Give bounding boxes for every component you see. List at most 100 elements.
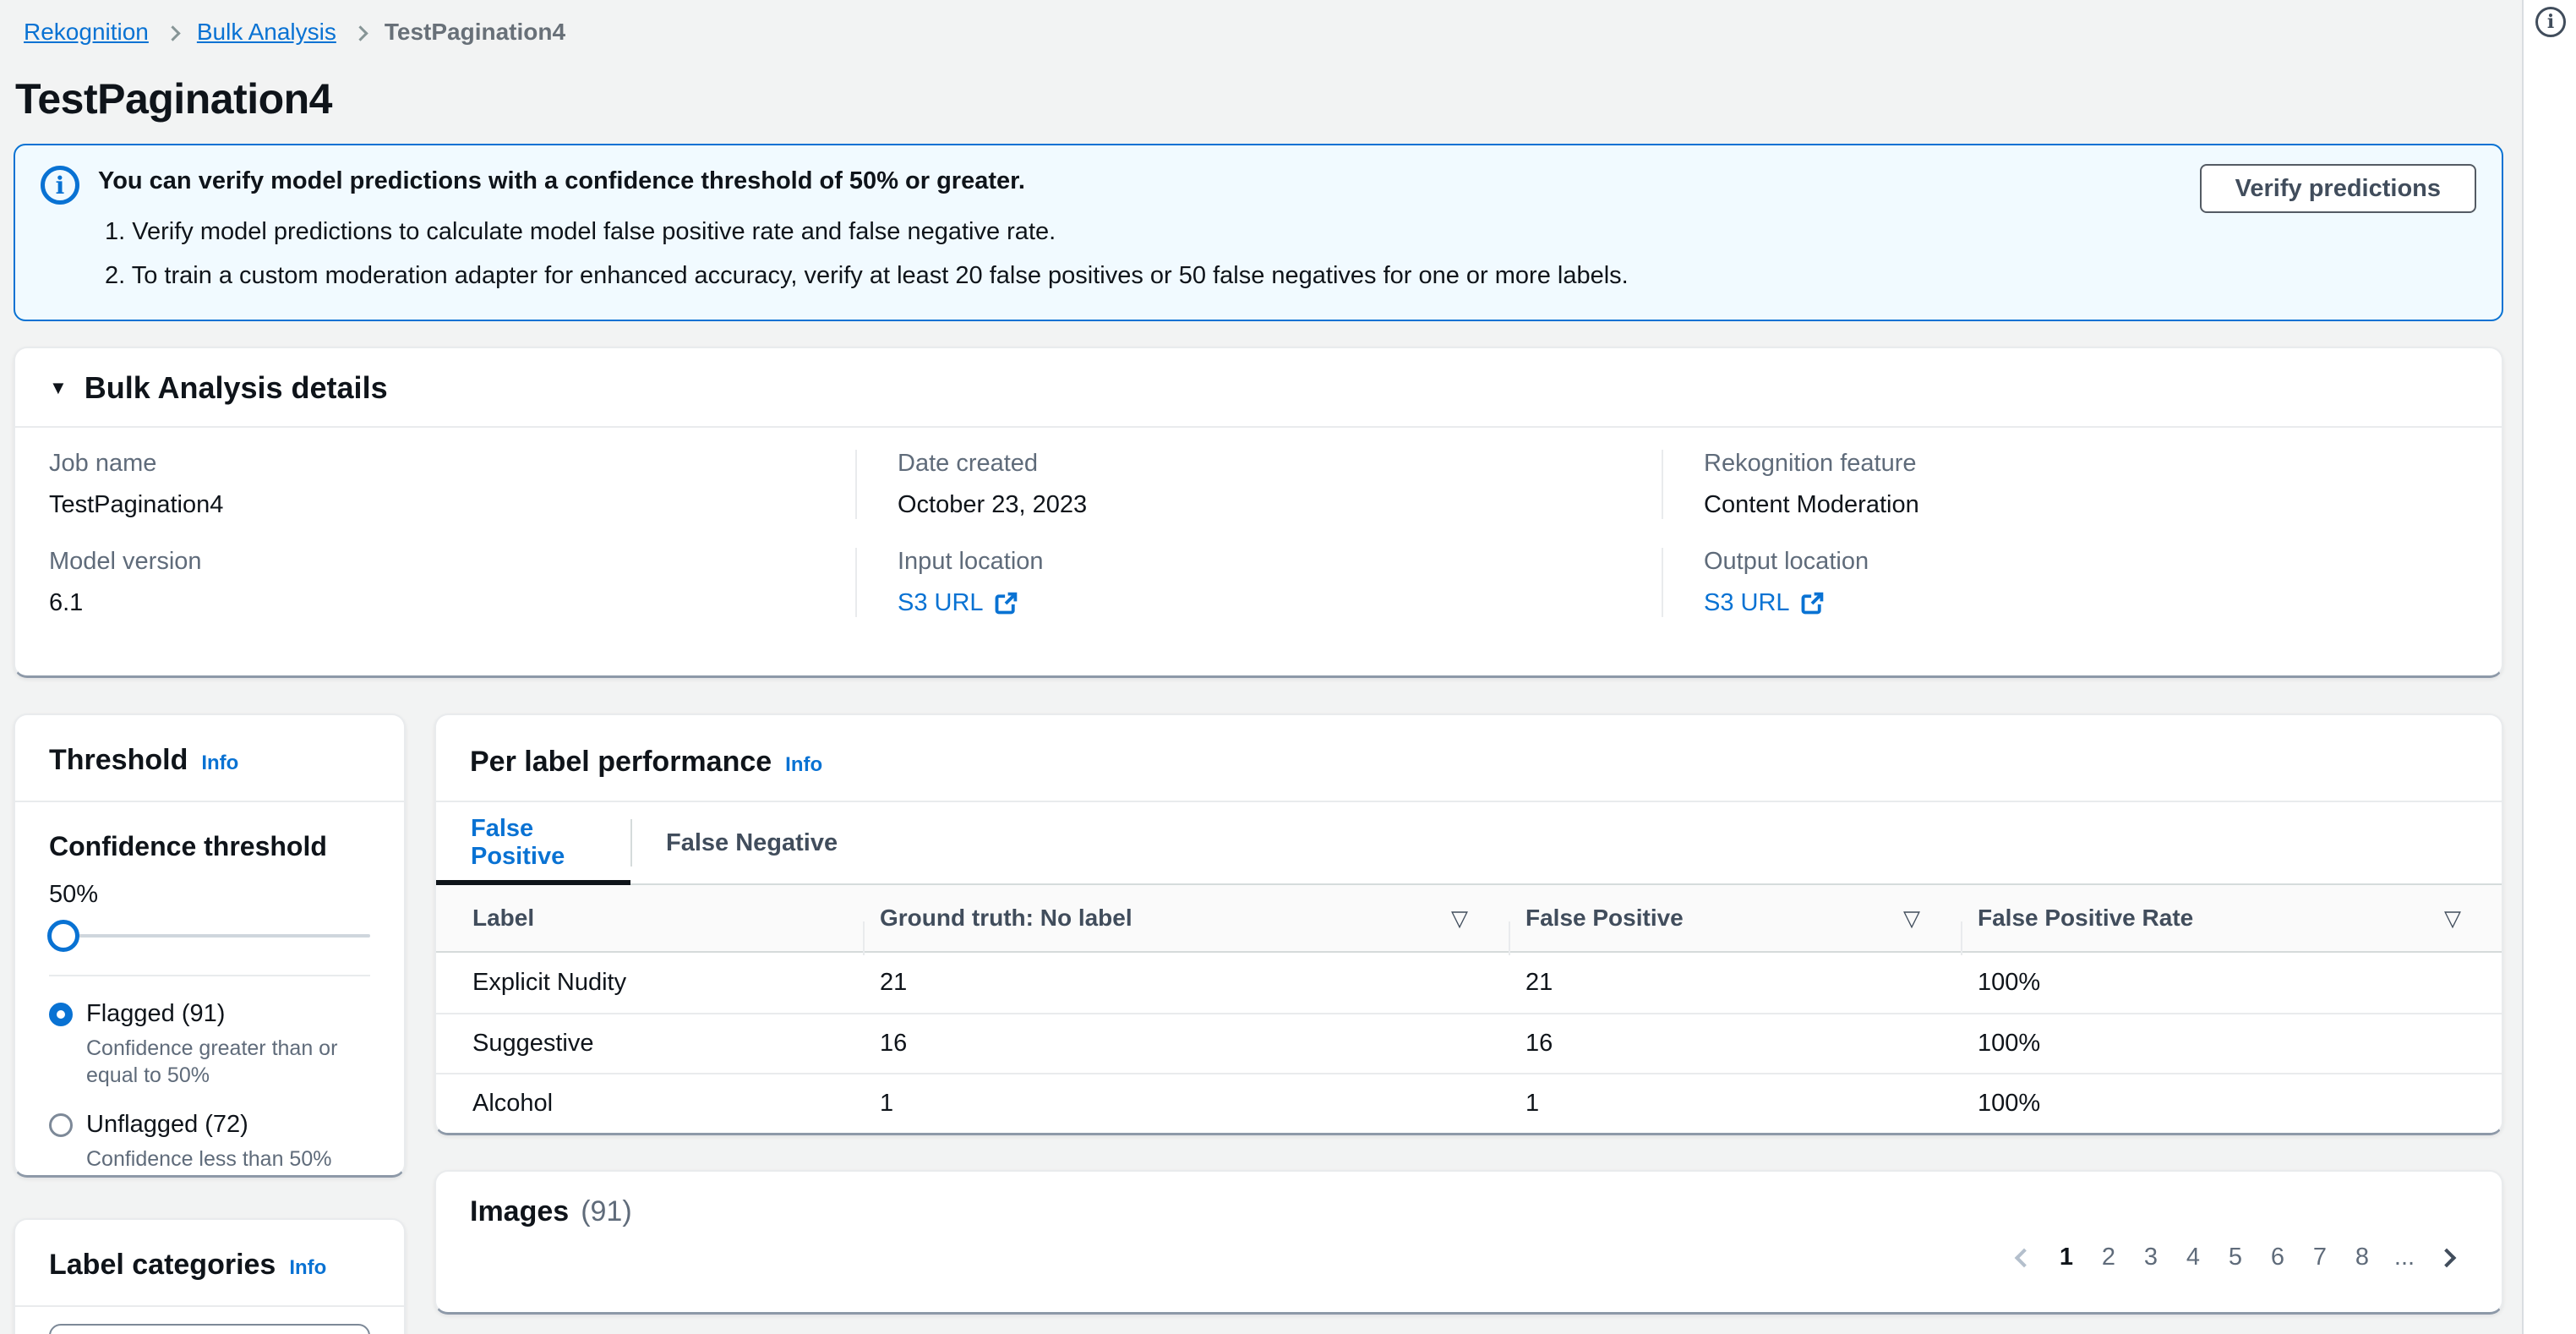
radio-unselected-icon[interactable] xyxy=(49,1113,73,1137)
chevron-right-icon xyxy=(2437,1248,2457,1267)
field-rekognition-feature: Rekognition feature Content Moderation xyxy=(1662,450,2468,519)
threshold-info-link[interactable]: Info xyxy=(201,752,238,775)
pagination-page-4[interactable]: 4 xyxy=(2172,1244,2214,1271)
columns-region: Threshold Info Confidence threshold 50% xyxy=(14,713,2503,1334)
details-expand-header[interactable]: ▼ Bulk Analysis details xyxy=(49,348,2468,426)
banner-item: 1. Verify model predictions to calculate… xyxy=(98,216,2181,248)
verify-predictions-button[interactable]: Verify predictions xyxy=(2200,164,2476,213)
cell-false-positive: 16 xyxy=(1509,1030,1961,1058)
cell-ground-truth: 21 xyxy=(863,969,1509,997)
console-content: Rekognition Bulk Analysis TestPagination… xyxy=(0,0,2522,1334)
cell-false-positive: 1 xyxy=(1509,1090,1961,1118)
per-label-performance-panel: Per label performance Info False Positiv… xyxy=(434,713,2503,1135)
bulk-analysis-details-panel: ▼ Bulk Analysis details Job name TestPag… xyxy=(14,347,2503,678)
details-row: Model version 6.1 Input location S3 URL xyxy=(49,548,2468,617)
breadcrumb-rekognition[interactable]: Rekognition xyxy=(24,19,149,46)
tab-false-negative[interactable]: False Negative xyxy=(632,802,871,883)
field-label: Job name xyxy=(49,450,830,478)
flagged-filter-group: Flagged (91) Confidence greater than or … xyxy=(49,976,370,1173)
cell-false-positive-rate: 100% xyxy=(1961,969,2502,997)
radio-label: Unflagged (72) xyxy=(86,1111,248,1139)
threshold-body: Confidence threshold 50% Flagged (91) xyxy=(15,802,404,1173)
table-row: Alcohol 1 1 100% xyxy=(436,1073,2502,1133)
pagination-page-7[interactable]: 7 xyxy=(2299,1244,2341,1271)
pagination-next-button[interactable] xyxy=(2426,1251,2468,1265)
help-info-icon[interactable]: i xyxy=(2535,7,2566,37)
banner-list: 1. Verify model predictions to calculate… xyxy=(98,216,2181,292)
pagination-page-1[interactable]: 1 xyxy=(2045,1244,2088,1271)
cell-false-positive-rate: 100% xyxy=(1961,1090,2502,1118)
radio-flagged[interactable]: Flagged (91) Confidence greater than or … xyxy=(49,1000,370,1089)
breadcrumb-bulk-analysis[interactable]: Bulk Analysis xyxy=(197,19,336,46)
column-header-text: Ground truth: No label xyxy=(880,905,1132,932)
breadcrumb-current: TestPagination4 xyxy=(385,19,565,46)
field-label: Model version xyxy=(49,548,830,576)
external-link-icon xyxy=(1800,592,1824,615)
input-s3-url-link[interactable]: S3 URL xyxy=(898,589,1018,617)
cell-false-positive-rate: 100% xyxy=(1961,1030,2502,1058)
label-categories-header: Label categories Info xyxy=(15,1220,404,1305)
cell-label: Alcohol xyxy=(436,1090,863,1118)
field-label: Output location xyxy=(1704,548,2442,576)
column-header-text: False Positive xyxy=(1525,905,1684,932)
label-categories-title: Label categories xyxy=(49,1249,276,1282)
help-rail: i xyxy=(2522,0,2576,1334)
radio-selected-icon[interactable] xyxy=(49,1003,73,1026)
label-categories-panel: Label categories Info xyxy=(14,1218,406,1334)
pagination-ellipsis[interactable]: ... xyxy=(2383,1244,2426,1271)
cell-ground-truth: 16 xyxy=(863,1030,1509,1058)
pagination-page-5[interactable]: 5 xyxy=(2214,1244,2257,1271)
field-output-location: Output location S3 URL xyxy=(1662,548,2468,617)
filter-icon[interactable]: ▽ xyxy=(1451,905,1468,932)
field-model-version: Model version 6.1 xyxy=(49,548,855,617)
threshold-title: Threshold xyxy=(49,744,188,777)
output-s3-url-link[interactable]: S3 URL xyxy=(1704,589,1824,617)
cell-label: Suggestive xyxy=(436,1030,863,1058)
filter-icon[interactable]: ▽ xyxy=(2444,905,2461,932)
field-label: Rekognition feature xyxy=(1704,450,2442,478)
table-row: Suggestive 16 16 100% xyxy=(436,1013,2502,1073)
label-categories-body xyxy=(15,1307,404,1334)
right-column: Per label performance Info False Positiv… xyxy=(434,713,2503,1315)
column-header-false-positive: False Positive ▽ xyxy=(1509,905,1961,932)
pagination-page-2[interactable]: 2 xyxy=(2088,1244,2130,1271)
link-text: S3 URL xyxy=(1704,589,1790,617)
pagination-page-6[interactable]: 6 xyxy=(2257,1244,2299,1271)
per-label-tabs: False Positive False Negative xyxy=(436,802,2502,885)
label-categories-input[interactable] xyxy=(49,1324,370,1334)
confidence-threshold-label: Confidence threshold xyxy=(49,831,370,862)
pagination-prev-button[interactable] xyxy=(2003,1251,2045,1265)
radio-description: Confidence greater than or equal to 50% xyxy=(86,1035,370,1089)
radio-description: Confidence less than 50% xyxy=(86,1145,370,1173)
threshold-panel: Threshold Info Confidence threshold 50% xyxy=(14,713,406,1178)
confidence-threshold-value: 50% xyxy=(49,881,370,909)
page-title: TestPagination4 xyxy=(15,74,2503,123)
per-label-title: Per label performance xyxy=(470,746,772,779)
table-row: Explicit Nudity 21 21 100% xyxy=(436,953,2502,1013)
threshold-header: Threshold Info xyxy=(15,715,404,801)
filter-icon[interactable]: ▽ xyxy=(1903,905,1920,932)
divider xyxy=(15,426,2502,428)
chevron-right-icon xyxy=(165,25,180,41)
left-column: Threshold Info Confidence threshold 50% xyxy=(14,713,406,1334)
slider-track[interactable] xyxy=(49,934,370,938)
images-title: Images xyxy=(470,1195,569,1228)
per-label-info-link[interactable]: Info xyxy=(785,753,822,777)
label-categories-info-link[interactable]: Info xyxy=(289,1256,326,1280)
column-header-label: Label xyxy=(436,905,863,932)
pagination-page-3[interactable]: 3 xyxy=(2130,1244,2172,1271)
pagination-page-8[interactable]: 8 xyxy=(2341,1244,2383,1271)
radio-unflagged[interactable]: Unflagged (72) Confidence less than 50% xyxy=(49,1111,370,1173)
slider-handle[interactable] xyxy=(47,920,79,952)
chevron-left-icon xyxy=(2015,1248,2034,1267)
field-label: Input location xyxy=(898,548,1636,576)
field-value: TestPagination4 xyxy=(49,491,830,519)
field-value: October 23, 2023 xyxy=(898,491,1636,519)
caret-down-icon: ▼ xyxy=(49,377,68,399)
breadcrumb: Rekognition Bulk Analysis TestPagination… xyxy=(14,0,2503,46)
column-header-ground-truth: Ground truth: No label ▽ xyxy=(863,905,1509,932)
banner-headline: You can verify model predictions with a … xyxy=(98,167,2181,195)
confidence-threshold-slider[interactable] xyxy=(49,917,370,954)
tab-false-positive[interactable]: False Positive xyxy=(436,802,630,883)
cell-label: Explicit Nudity xyxy=(436,969,863,997)
